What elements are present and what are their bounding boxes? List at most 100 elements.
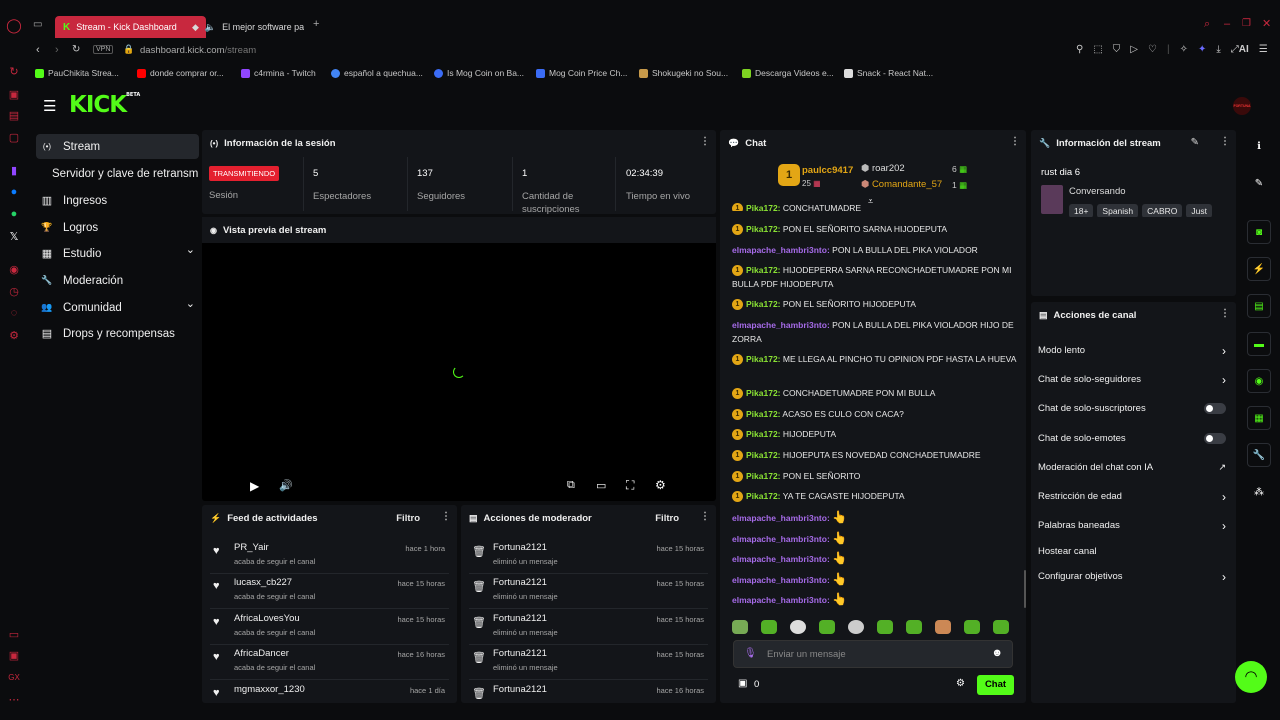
feed-user[interactable]: PR_Yair: [234, 542, 269, 553]
emote-icon[interactable]: [848, 620, 864, 634]
bookmark-item[interactable]: Descarga Videos e...: [742, 68, 834, 78]
opera-logo-icon[interactable]: ◯: [6, 17, 22, 33]
url-field[interactable]: dashboard.kick.com/stream: [140, 45, 256, 56]
bookmark-item[interactable]: Mog Coin Price Ch...: [536, 68, 627, 78]
camera-icon[interactable]: ◙: [1247, 220, 1271, 244]
chat-user[interactable]: Pika172:: [746, 491, 781, 501]
emote-icon[interactable]: [877, 620, 893, 634]
mod-user[interactable]: Fortuna2121: [493, 577, 547, 588]
minimize-icon[interactable]: –: [1224, 18, 1230, 30]
category-thumbnail[interactable]: [1041, 185, 1063, 214]
play-button[interactable]: ▶: [250, 479, 259, 493]
chat-scrollbar[interactable]: [1024, 570, 1026, 608]
mod-user[interactable]: Fortuna2121: [493, 648, 547, 659]
menu-icon[interactable]: ☰: [1259, 44, 1268, 55]
snapshot-icon[interactable]: ⬚: [1093, 44, 1102, 55]
sidebar-item-estudio[interactable]: ▦ Estudio ⌄: [36, 241, 199, 266]
sidebar-item-drops[interactable]: ▤ Drops y recompensas: [36, 321, 199, 346]
modactions-filter-button[interactable]: Filtro: [655, 513, 679, 524]
wallet-icon[interactable]: ▤: [7, 108, 21, 122]
chat-user[interactable]: Pika172:: [746, 429, 781, 439]
feed-user[interactable]: AfricaDancer: [234, 648, 289, 659]
forward-icon[interactable]: ›: [55, 44, 59, 56]
vpn-badge[interactable]: VPN: [93, 45, 114, 54]
chat-user[interactable]: Pika172:: [746, 299, 781, 309]
sidebar-item-moderacion[interactable]: 🔧 Moderación: [36, 268, 199, 293]
twitch-icon[interactable]: ▮: [7, 163, 21, 177]
bookmark-item[interactable]: c4rmina - Twitch: [241, 68, 316, 78]
chat-user[interactable]: elmapache_hambri3nto:: [732, 554, 830, 564]
download-icon[interactable]: ⤓: [1216, 44, 1220, 55]
action-age-restriction[interactable]: Restricción de edad ›: [1031, 482, 1236, 511]
emote-icon[interactable]: [906, 620, 922, 634]
back-icon[interactable]: ‹: [36, 44, 40, 56]
settings-button[interactable]: ⚙: [655, 478, 666, 492]
chat-user[interactable]: Pika172:: [746, 450, 781, 460]
battery-icon[interactable]: ▭: [7, 627, 21, 641]
hamburger-icon[interactable]: ☰: [43, 97, 56, 115]
gx-icon[interactable]: GX: [7, 670, 21, 684]
action-set-goals[interactable]: Configurar objetivos ›: [1031, 562, 1236, 591]
sidebar-item-server[interactable]: Servidor y clave de retransmisión: [36, 161, 199, 186]
action-ai-moderation[interactable]: Moderación del chat con IA ↗: [1031, 453, 1236, 482]
gifter-2[interactable]: ⬢ roar202: [861, 163, 905, 174]
shield-icon[interactable]: ⛉: [1113, 44, 1121, 55]
avatar[interactable]: FORTUNA: [1233, 97, 1251, 115]
tag-chip[interactable]: Spanish: [1097, 204, 1139, 217]
action-slow-mode[interactable]: Modo lento ›: [1031, 336, 1236, 365]
chat-input-box[interactable]: 🎙 Enviar un mensaje ☻: [733, 640, 1013, 668]
heart-icon[interactable]: ♡: [1148, 44, 1157, 55]
emote-icon[interactable]: [761, 620, 777, 634]
chat-user[interactable]: elmapache_hambri3nto:: [732, 245, 830, 255]
microphone-icon[interactable]: 🎙: [744, 648, 757, 659]
emote-icon[interactable]: [964, 620, 980, 634]
action-followers-only[interactable]: Chat de solo-seguidores ›: [1031, 365, 1236, 394]
history-icon[interactable]: ↻: [7, 64, 21, 78]
ai-icon[interactable]: ⤢AI: [1231, 44, 1249, 55]
more-icon[interactable]: ⋮: [1010, 136, 1020, 147]
tab-software[interactable]: ◆ 🔈 El mejor software para: [184, 16, 304, 38]
new-tab-icon[interactable]: +: [313, 18, 319, 30]
sidebar-item-logros[interactable]: 🏆 Logros: [36, 215, 199, 240]
emote-icon[interactable]: [935, 620, 951, 634]
apps-icon[interactable]: ⁂: [1247, 480, 1271, 504]
chat-settings-icon[interactable]: ⚙: [956, 678, 965, 689]
fullscreen-button[interactable]: ⛶: [626, 478, 634, 493]
emote-icon[interactable]: [993, 620, 1009, 634]
x-icon[interactable]: 𝕏: [7, 229, 21, 243]
tab-overview-icon[interactable]: ▭: [33, 19, 42, 30]
more-icon[interactable]: ⋮: [700, 511, 710, 522]
chat-input[interactable]: Enviar un mensaje: [767, 649, 846, 660]
gifter-3[interactable]: ⬢ Comandante_57: [861, 179, 942, 190]
list-icon[interactable]: ▦: [1247, 406, 1271, 430]
top-gifter-name[interactable]: paulcc9417: [802, 165, 853, 176]
feed-user[interactable]: AfricaLovesYou: [234, 613, 300, 624]
chat-user[interactable]: Pika172:: [746, 224, 781, 234]
feed-user[interactable]: mgmaxxor_1230: [234, 684, 305, 695]
stream-category[interactable]: Conversando: [1069, 186, 1126, 197]
whatsapp-icon[interactable]: ●: [7, 207, 21, 221]
reload-icon[interactable]: ↻: [72, 44, 80, 55]
emote-icon[interactable]: [732, 620, 748, 634]
chat-user[interactable]: elmapache_hambri3nto:: [732, 320, 830, 330]
chat-user[interactable]: Pika172:: [746, 409, 781, 419]
sidebar-item-ingresos[interactable]: ▥ Ingresos: [36, 188, 199, 213]
shopping-bag-icon[interactable]: ▣: [7, 87, 21, 101]
tab-search-icon[interactable]: ⌕: [1204, 18, 1210, 31]
tag-chip[interactable]: CABRO: [1142, 204, 1183, 217]
settings-icon[interactable]: ⚙: [7, 328, 21, 342]
emote-icon[interactable]: [790, 620, 806, 634]
bookmark-item[interactable]: donde comprar or...: [137, 68, 224, 78]
chat-user[interactable]: Pika172:: [746, 388, 781, 398]
bookmark-item[interactable]: Shokugeki no Sou...: [639, 68, 728, 78]
volume-button[interactable]: 🔊: [279, 479, 293, 492]
mod-user[interactable]: Fortuna2121: [493, 684, 547, 695]
edit-icon[interactable]: ✎: [1247, 171, 1271, 195]
extension-icon[interactable]: ✧: [1180, 44, 1188, 55]
mod-user[interactable]: Fortuna2121: [493, 613, 547, 624]
edit-icon[interactable]: ✎: [1191, 137, 1199, 148]
cube-icon[interactable]: ▣: [7, 648, 21, 662]
pin-icon[interactable]: ⚲: [1076, 44, 1083, 55]
subscribers-only-toggle[interactable]: [1204, 403, 1226, 414]
theater-button[interactable]: ▭: [596, 479, 606, 492]
